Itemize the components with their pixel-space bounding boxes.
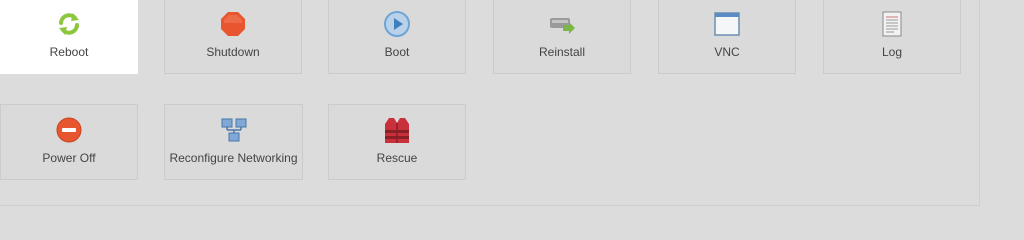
reconfigure-networking-label: Reconfigure Networking	[169, 151, 298, 165]
stop-octagon-icon	[218, 9, 248, 39]
document-log-icon	[877, 9, 907, 39]
power-off-button[interactable]: Power Off	[0, 104, 138, 180]
shutdown-button[interactable]: Shutdown	[164, 0, 302, 74]
life-vest-icon	[382, 115, 412, 145]
boot-button[interactable]: Boot	[328, 0, 466, 74]
reboot-button[interactable]: Reboot	[0, 0, 138, 74]
power-off-label: Power Off	[42, 151, 96, 165]
vnc-label: VNC	[714, 45, 740, 59]
rescue-button[interactable]: Rescue	[328, 104, 466, 180]
window-console-icon	[712, 9, 742, 39]
reinstall-label: Reinstall	[538, 45, 586, 59]
server-drive-icon	[547, 9, 577, 39]
shutdown-label: Shutdown	[206, 45, 260, 59]
network-computers-icon	[219, 115, 249, 145]
log-button[interactable]: Log	[823, 0, 961, 74]
rescue-label: Rescue	[376, 151, 418, 165]
log-label: Log	[881, 45, 903, 59]
reconfigure-networking-button[interactable]: Reconfigure Networking	[164, 104, 303, 180]
reboot-label: Reboot	[49, 45, 89, 59]
play-circle-icon	[382, 9, 412, 39]
refresh-arrows-icon	[54, 9, 84, 39]
vnc-button[interactable]: VNC	[658, 0, 796, 74]
boot-label: Boot	[384, 45, 410, 59]
reinstall-button[interactable]: Reinstall	[493, 0, 631, 74]
power-minus-icon	[54, 115, 84, 145]
